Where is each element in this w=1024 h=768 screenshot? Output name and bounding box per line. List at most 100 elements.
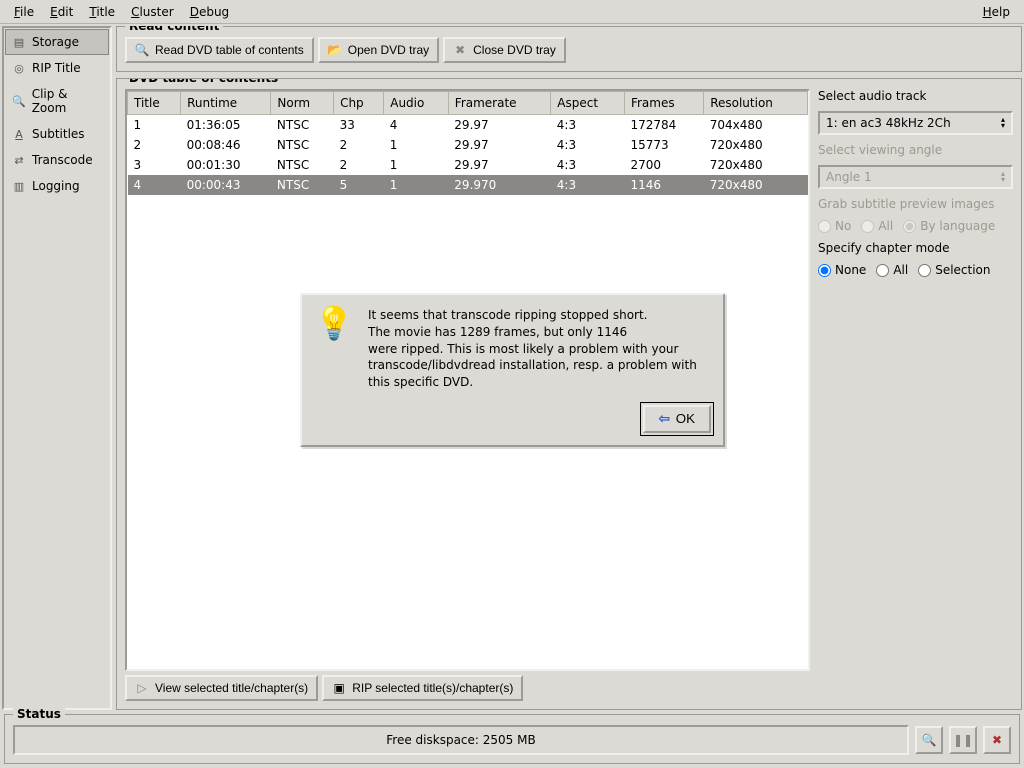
table-cell: 00:01:30 <box>181 155 271 175</box>
table-cell: 29.97 <box>448 155 550 175</box>
table-cell: 1 <box>128 115 181 136</box>
pause-icon: ❚❚ <box>953 733 973 747</box>
record-icon: ▣ <box>332 681 346 695</box>
read-content-group: Read content 🔍 Read DVD table of content… <box>116 26 1022 72</box>
sidebar-item-label: Logging <box>32 179 80 193</box>
cancel-button[interactable]: ✖ <box>983 726 1011 754</box>
disc-icon: ◎ <box>12 61 26 75</box>
sidebar-item-subtitles[interactable]: A Subtitles <box>5 121 109 147</box>
sidebar: ▤ Storage ◎ RIP Title 🔍 Clip & Zoom A Su… <box>2 26 112 710</box>
table-row[interactable]: 200:08:46NTSC2129.974:315773720x480 <box>128 135 808 155</box>
table-cell: 1 <box>384 155 449 175</box>
sidebar-item-transcode[interactable]: ⇄ Transcode <box>5 147 109 173</box>
table-cell: NTSC <box>271 135 334 155</box>
audio-track-combo[interactable]: 1: en ac3 48kHz 2Ch ▴▾ <box>818 111 1013 135</box>
viewing-angle-combo: Angle 1 ▴▾ <box>818 165 1013 189</box>
back-arrow-icon: ⇦ <box>659 411 670 427</box>
menu-title[interactable]: Title <box>81 3 123 21</box>
menu-file[interactable]: File <box>6 3 42 21</box>
close-icon: ✖ <box>453 43 467 57</box>
convert-icon: ⇄ <box>12 153 26 167</box>
sidebar-item-label: Clip & Zoom <box>32 87 102 115</box>
table-cell: 00:00:43 <box>181 175 271 195</box>
table-cell: 4:3 <box>551 115 625 136</box>
chapter-all-radio[interactable]: All <box>876 263 908 277</box>
chapter-none-radio[interactable]: None <box>818 263 866 277</box>
table-cell: 1 <box>384 135 449 155</box>
table-cell: 4 <box>384 115 449 136</box>
table-cell: 2700 <box>624 155 703 175</box>
toc-header-cell[interactable]: Chp <box>334 92 384 115</box>
table-cell: 704x480 <box>704 115 808 136</box>
table-cell: 172784 <box>624 115 703 136</box>
spinner-icon: ▴▾ <box>1001 117 1005 129</box>
menubar: File Edit Title Cluster Debug Help <box>0 0 1024 24</box>
table-row[interactable]: 101:36:05NTSC33429.974:3172784704x480 <box>128 115 808 136</box>
table-cell: 5 <box>334 175 384 195</box>
log-icon: ▥ <box>12 179 26 193</box>
table-cell: 720x480 <box>704 175 808 195</box>
ok-button[interactable]: ⇦ OK <box>643 405 711 433</box>
zoom-button[interactable]: 🔍 <box>915 726 943 754</box>
toc-header-cell[interactable]: Runtime <box>181 92 271 115</box>
toc-header-cell[interactable]: Audio <box>384 92 449 115</box>
options-panel: Select audio track 1: en ac3 48kHz 2Ch ▴… <box>818 89 1013 671</box>
view-selected-button[interactable]: ▷ View selected title/chapter(s) <box>125 675 318 701</box>
close-tray-button[interactable]: ✖ Close DVD tray <box>443 37 566 63</box>
table-cell: 15773 <box>624 135 703 155</box>
table-cell: 720x480 <box>704 135 808 155</box>
sidebar-item-storage[interactable]: ▤ Storage <box>5 29 109 55</box>
status-group: Status Free diskspace: 2505 MB 🔍 ❚❚ ✖ <box>4 714 1020 764</box>
dialog-text: It seems that transcode ripping stopped … <box>368 307 711 391</box>
play-icon: ▷ <box>135 681 149 695</box>
sidebar-item-rip-title[interactable]: ◎ RIP Title <box>5 55 109 81</box>
sidebar-item-logging[interactable]: ▥ Logging <box>5 173 109 199</box>
cancel-icon: ✖ <box>992 733 1002 747</box>
table-cell: 33 <box>334 115 384 136</box>
open-tray-button[interactable]: 📂 Open DVD tray <box>318 37 439 63</box>
menu-debug[interactable]: Debug <box>182 3 237 21</box>
table-cell: 1 <box>384 175 449 195</box>
status-text: Free diskspace: 2505 MB <box>13 725 909 755</box>
menu-help[interactable]: Help <box>975 3 1018 21</box>
read-content-legend: Read content <box>125 26 223 33</box>
menu-cluster[interactable]: Cluster <box>123 3 182 21</box>
read-toc-button[interactable]: 🔍 Read DVD table of contents <box>125 37 314 63</box>
magnifier-icon: 🔍 <box>135 43 149 57</box>
toc-header-cell[interactable]: Resolution <box>704 92 808 115</box>
table-cell: NTSC <box>271 155 334 175</box>
table-cell: 29.97 <box>448 135 550 155</box>
text-icon: A <box>12 127 26 141</box>
chapter-mode-label: Specify chapter mode <box>818 241 1013 255</box>
table-cell: 4:3 <box>551 135 625 155</box>
table-row[interactable]: 300:01:30NTSC2129.974:32700720x480 <box>128 155 808 175</box>
chapter-selection-radio[interactable]: Selection <box>918 263 990 277</box>
pause-button[interactable]: ❚❚ <box>949 726 977 754</box>
sidebar-item-clip-zoom[interactable]: 🔍 Clip & Zoom <box>5 81 109 121</box>
table-cell: 1146 <box>624 175 703 195</box>
folder-open-icon: 📂 <box>328 43 342 57</box>
table-cell: 2 <box>334 155 384 175</box>
toc-header-cell[interactable]: Title <box>128 92 181 115</box>
table-cell: NTSC <box>271 175 334 195</box>
subtitle-bylang-radio: By language <box>903 219 995 233</box>
rip-selected-button[interactable]: ▣ RIP selected title(s)/chapter(s) <box>322 675 523 701</box>
table-cell: 2 <box>128 135 181 155</box>
table-cell: 00:08:46 <box>181 135 271 155</box>
toc-header-cell[interactable]: Aspect <box>551 92 625 115</box>
menu-edit[interactable]: Edit <box>42 3 81 21</box>
status-legend: Status <box>13 707 65 721</box>
viewing-angle-label: Select viewing angle <box>818 143 1013 157</box>
disk-icon: ▤ <box>12 35 26 49</box>
toc-header-cell[interactable]: Framerate <box>448 92 550 115</box>
sidebar-item-label: RIP Title <box>32 61 81 75</box>
toc-header-cell[interactable]: Frames <box>624 92 703 115</box>
toc-header-cell[interactable]: Norm <box>271 92 334 115</box>
sidebar-item-label: Transcode <box>32 153 93 167</box>
table-row[interactable]: 400:00:43NTSC5129.9704:31146720x480 <box>128 175 808 195</box>
audio-track-label: Select audio track <box>818 89 1013 103</box>
table-cell: 4 <box>128 175 181 195</box>
toc-legend: DVD table of contents <box>125 78 282 85</box>
toc-header-row: TitleRuntimeNormChpAudioFramerateAspectF… <box>128 92 808 115</box>
table-cell: 29.970 <box>448 175 550 195</box>
